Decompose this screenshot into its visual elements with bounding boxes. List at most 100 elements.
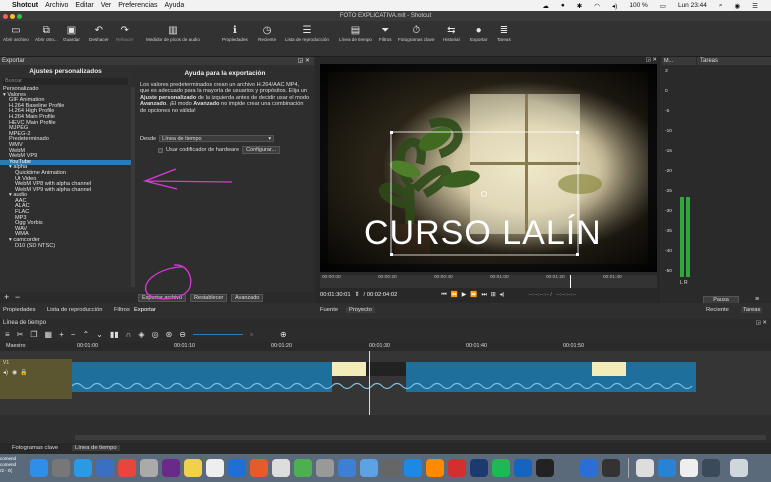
cut-icon[interactable]: ✂ bbox=[17, 330, 24, 339]
vlc-icon[interactable] bbox=[426, 459, 444, 477]
finder-window-icon[interactable] bbox=[558, 459, 576, 477]
tasks-menu-icon[interactable]: ≡ bbox=[755, 296, 759, 303]
launchpad-icon[interactable] bbox=[52, 459, 70, 477]
preview-icon[interactable] bbox=[272, 459, 290, 477]
track-header-v1[interactable]: V1 ◂) ◉ 🔒 bbox=[0, 359, 72, 399]
toolbar-audio-meter-button[interactable]: ▥ Medidor de picos de audio bbox=[146, 24, 200, 42]
photos-icon[interactable] bbox=[96, 459, 114, 477]
menu-ver[interactable]: Ver bbox=[101, 2, 112, 9]
calendar-icon[interactable] bbox=[118, 459, 136, 477]
player-float-close-icon[interactable]: ◲ ✕ bbox=[646, 57, 657, 63]
toolbar-history-button[interactable]: ⇆ Historial bbox=[443, 24, 460, 42]
search-icon[interactable]: ⌕ bbox=[719, 2, 723, 10]
menu-archivo[interactable]: Archivo bbox=[45, 2, 68, 9]
siri-icon[interactable]: ◉ bbox=[735, 2, 741, 10]
overwrite-icon[interactable]: ⌄ bbox=[96, 330, 103, 339]
timeline-scrollbar[interactable] bbox=[75, 435, 766, 440]
tab-timeline[interactable]: Línea de tiempo bbox=[72, 445, 120, 451]
rewind-icon[interactable]: ⏪ bbox=[451, 292, 458, 298]
player-ruler[interactable]: 00:00:00 00:00:20 00:00:40 00:01:00 00:0… bbox=[320, 275, 657, 288]
facetime-icon[interactable] bbox=[338, 459, 356, 477]
tab-recent[interactable]: Reciente bbox=[706, 307, 729, 313]
menu-editar[interactable]: Editar bbox=[75, 2, 93, 9]
toolbar-timeline-button[interactable]: ▤ Línea de tiempo bbox=[339, 24, 372, 42]
menu-ayuda[interactable]: Ayuda bbox=[165, 2, 185, 9]
menu-preferencias[interactable]: Preferencias bbox=[118, 2, 157, 9]
ripple-icon[interactable]: ◎ bbox=[152, 330, 159, 339]
tab-playlist[interactable]: Lista de reproducción bbox=[47, 307, 102, 313]
toolbar-redo-button[interactable]: ↷ Rehacer bbox=[116, 24, 133, 42]
safari-icon[interactable] bbox=[74, 459, 92, 477]
app-store-icon[interactable] bbox=[228, 459, 246, 477]
skip-start-icon[interactable]: ⏮ bbox=[441, 292, 446, 299]
paste-icon[interactable]: ▦ bbox=[45, 330, 53, 339]
wifi-icon[interactable]: ◠ bbox=[594, 2, 600, 10]
toolbar-recent-button[interactable]: ◷ Reciente bbox=[258, 24, 276, 42]
chrome-icon[interactable] bbox=[250, 459, 268, 477]
zoom-slider[interactable] bbox=[192, 334, 243, 335]
messages-icon[interactable] bbox=[294, 459, 312, 477]
tab-properties[interactable]: Propiedades bbox=[3, 307, 36, 313]
premiere-icon[interactable] bbox=[162, 459, 180, 477]
spotify-icon[interactable] bbox=[492, 459, 510, 477]
user-icon[interactable]: ● bbox=[561, 2, 565, 9]
skip-end-icon[interactable]: ⏭ bbox=[481, 292, 486, 299]
timeline-clip-thumbnail[interactable] bbox=[332, 362, 366, 376]
zoom-out-icon[interactable]: ⊖ bbox=[179, 330, 186, 339]
photoshop-icon[interactable] bbox=[470, 459, 488, 477]
tab-keyframes[interactable]: Fotogramas clave bbox=[12, 445, 58, 451]
appstore-icon[interactable] bbox=[360, 459, 378, 477]
playhead-marker[interactable] bbox=[570, 275, 571, 288]
trash-icon[interactable] bbox=[730, 459, 748, 477]
clock[interactable]: Lun 23:44 bbox=[678, 2, 707, 9]
toolbar-export-button[interactable]: ● Exportar bbox=[470, 24, 487, 42]
menu-app-name[interactable]: Shotcut bbox=[12, 2, 38, 9]
play-icon[interactable]: ▶ bbox=[462, 292, 466, 298]
acrobat-icon[interactable] bbox=[448, 459, 466, 477]
notification-center-icon[interactable]: ☰ bbox=[752, 2, 758, 10]
stickies-icon[interactable] bbox=[184, 459, 202, 477]
signal-icon[interactable] bbox=[404, 459, 422, 477]
zoom-in-icon[interactable]: ⊕ bbox=[280, 330, 287, 339]
timeline-float-close-icon[interactable]: ◲ ✕ bbox=[756, 319, 767, 328]
toolbar-tasks-button[interactable]: ≣ Tareas bbox=[497, 24, 511, 42]
toolbar-save-button[interactable]: ▣ Guardar bbox=[63, 24, 80, 42]
scrub-icon[interactable]: ◈ bbox=[138, 330, 144, 339]
toolbar-open-file-button[interactable]: ▭ Abrir archivo bbox=[3, 24, 29, 42]
mute-icon[interactable]: ◂) bbox=[3, 369, 8, 376]
tab-project[interactable]: Proyecto bbox=[346, 307, 375, 313]
folder-stack-icon[interactable] bbox=[658, 459, 676, 477]
timecode-field[interactable]: 00:01:30:01 bbox=[320, 292, 351, 298]
terminal-icon[interactable] bbox=[536, 459, 554, 477]
bluetooth-icon[interactable]: ✱ bbox=[577, 2, 582, 10]
toolbar-filters-button[interactable]: ⏷ Filtros bbox=[379, 24, 392, 42]
timeline-clip-thumbnail[interactable] bbox=[592, 362, 626, 376]
lift-icon[interactable]: ⌃ bbox=[82, 330, 89, 339]
zoom-icon[interactable] bbox=[580, 459, 598, 477]
finder-icon[interactable] bbox=[30, 459, 48, 477]
toolbar-properties-button[interactable]: ℹ Propiedades bbox=[222, 24, 248, 42]
notes-icon[interactable] bbox=[140, 459, 158, 477]
video-preview[interactable]: CURSO LALÍN bbox=[320, 64, 657, 272]
timeline-clip-thumbnail[interactable] bbox=[366, 362, 406, 376]
append-icon[interactable]: + bbox=[59, 330, 64, 339]
tab-source[interactable]: Fuente bbox=[320, 307, 338, 313]
system-preferences-icon[interactable] bbox=[316, 459, 334, 477]
ripple-all-icon[interactable]: ⊛ bbox=[166, 330, 173, 339]
remove-icon[interactable]: − bbox=[71, 330, 76, 339]
screenshot-icon[interactable] bbox=[702, 459, 720, 477]
timeline-ruler[interactable]: Maestro 00:01:00 00:01:10 00:01:20 00:01… bbox=[0, 341, 771, 351]
toolbar-undo-button[interactable]: ↶ Deshacer bbox=[89, 24, 109, 42]
document-icon[interactable] bbox=[636, 459, 654, 477]
zoom-window-button[interactable] bbox=[17, 13, 22, 19]
tab-tasks[interactable]: Tareas bbox=[741, 307, 763, 313]
fast-forward-icon[interactable]: ⏩ bbox=[470, 292, 477, 298]
copy-icon[interactable]: ❐ bbox=[30, 330, 37, 339]
close-window-button[interactable] bbox=[3, 13, 8, 19]
timecode-spinner-icon[interactable]: ⇕ bbox=[355, 292, 360, 298]
split-icon[interactable]: ▮▮ bbox=[110, 330, 119, 339]
volume-control-icon[interactable]: ◂) bbox=[500, 292, 505, 298]
toolbar-playlist-button[interactable]: ☰ Lista de reproducción bbox=[285, 24, 329, 42]
timeline-menu-icon[interactable]: ≡ bbox=[5, 330, 10, 339]
toolbar-keyframes-button[interactable]: ⏱ Fotogramas clave bbox=[398, 24, 435, 42]
